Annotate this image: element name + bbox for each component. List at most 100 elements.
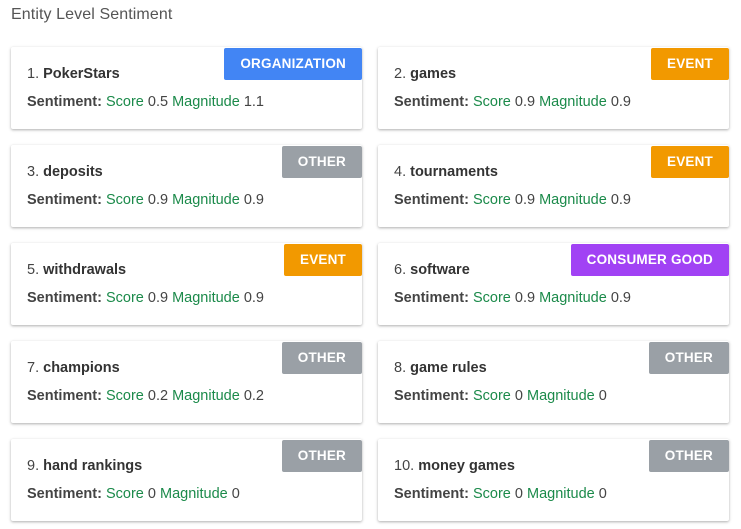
magnitude-label: Magnitude	[526, 486, 595, 502]
sentiment-line: Sentiment: Score 0.2 Magnitude 0.2	[27, 388, 264, 404]
sentiment-label: Sentiment:	[27, 486, 102, 502]
entity-name: withdrawals	[43, 262, 127, 278]
magnitude-label: Magnitude	[172, 94, 240, 110]
score-label: Score	[105, 486, 144, 502]
sentiment-label: Sentiment:	[394, 192, 469, 208]
entity-type-badge: ORGANIZATION	[224, 48, 362, 80]
entity-name: hand rankings	[43, 458, 143, 474]
sentiment-line: Sentiment: Score 0 Magnitude 0	[27, 486, 240, 502]
magnitude-label: Magnitude	[539, 192, 607, 208]
magnitude-label: Magnitude	[172, 290, 240, 306]
score-value: 0	[514, 486, 523, 502]
score-label: Score	[105, 290, 144, 306]
page-title: Entity Level Sentiment	[11, 6, 173, 23]
entity-title: 9. hand rankings	[27, 458, 142, 474]
entity-index: 2.	[394, 66, 407, 82]
entity-card: EVENT 5. withdrawals Sentiment: Score 0.…	[11, 243, 362, 325]
score-label: Score	[472, 486, 511, 502]
entity-index: 1.	[27, 66, 40, 82]
entity-card: OTHER 7. champions Sentiment: Score 0.2 …	[11, 341, 362, 423]
magnitude-label: Magnitude	[539, 94, 607, 110]
entity-index: 9.	[27, 458, 40, 474]
magnitude-label: Magnitude	[172, 388, 240, 404]
entity-type-badge: OTHER	[648, 440, 729, 472]
score-value: 0.9	[514, 290, 536, 306]
entity-index: 8.	[394, 360, 407, 376]
score-label: Score	[472, 94, 511, 110]
entity-card: OTHER 9. hand rankings Sentiment: Score …	[11, 439, 362, 521]
entity-card: EVENT 2. games Sentiment: Score 0.9 Magn…	[378, 47, 729, 129]
score-value: 0.9	[147, 192, 169, 208]
sentiment-label: Sentiment:	[27, 388, 102, 404]
entity-name: champions	[43, 360, 120, 376]
entity-name: games	[410, 66, 457, 82]
entity-card: OTHER 3. deposits Sentiment: Score 0.9 M…	[11, 145, 362, 227]
magnitude-value: 0.9	[610, 94, 631, 110]
entity-title: 3. deposits	[27, 164, 103, 180]
entity-title: 5. withdrawals	[27, 262, 126, 278]
score-value: 0.9	[514, 192, 536, 208]
magnitude-label: Magnitude	[159, 486, 228, 502]
entity-title: 2. games	[394, 66, 456, 82]
score-label: Score	[105, 192, 144, 208]
sentiment-label: Sentiment:	[27, 94, 102, 110]
entity-index: 4.	[394, 164, 407, 180]
entity-name: money games	[418, 458, 515, 474]
magnitude-value: 1.1	[243, 94, 264, 110]
sentiment-line: Sentiment: Score 0.9 Magnitude 0.9	[394, 94, 631, 110]
entity-type-badge: OTHER	[648, 342, 729, 374]
entity-name: software	[410, 262, 470, 278]
entity-card: EVENT 4. tournaments Sentiment: Score 0.…	[378, 145, 729, 227]
magnitude-value: 0.9	[610, 192, 631, 208]
score-label: Score	[472, 290, 511, 306]
magnitude-label: Magnitude	[172, 192, 240, 208]
entity-card: OTHER 10. money games Sentiment: Score 0…	[378, 439, 729, 521]
magnitude-value: 0	[598, 388, 607, 404]
magnitude-value: 0.9	[243, 192, 264, 208]
entity-type-badge: EVENT	[283, 244, 362, 276]
score-label: Score	[105, 388, 144, 404]
sentiment-line: Sentiment: Score 0.9 Magnitude 0.9	[394, 290, 631, 306]
entity-name: deposits	[43, 164, 103, 180]
entity-name: PokerStars	[43, 66, 120, 82]
score-value: 0.9	[514, 94, 536, 110]
entity-type-badge: EVENT	[650, 48, 729, 80]
entity-index: 6.	[394, 262, 407, 278]
score-value: 0	[514, 388, 523, 404]
entity-type-badge: CONSUMER GOOD	[570, 244, 729, 276]
magnitude-value: 0.2	[243, 388, 264, 404]
sentiment-label: Sentiment:	[27, 192, 102, 208]
entity-name: tournaments	[410, 164, 498, 180]
entity-title: 1. PokerStars	[27, 66, 120, 82]
entity-title: 7. champions	[27, 360, 120, 376]
magnitude-value: 0	[598, 486, 607, 502]
entity-card: ORGANIZATION 1. PokerStars Sentiment: Sc…	[11, 47, 362, 129]
score-value: 0.5	[147, 94, 169, 110]
score-value: 0.9	[147, 290, 169, 306]
magnitude-value: 0	[231, 486, 240, 502]
entity-title: 6. software	[394, 262, 470, 278]
magnitude-value: 0.9	[243, 290, 264, 306]
sentiment-label: Sentiment:	[394, 486, 469, 502]
entity-index: 10.	[394, 458, 415, 474]
entity-type-badge: OTHER	[281, 146, 362, 178]
score-label: Score	[472, 388, 511, 404]
sentiment-line: Sentiment: Score 0 Magnitude 0	[394, 388, 607, 404]
entity-title: 10. money games	[394, 458, 515, 474]
entity-type-badge: OTHER	[281, 440, 362, 472]
entity-card: CONSUMER GOOD 6. software Sentiment: Sco…	[378, 243, 729, 325]
sentiment-line: Sentiment: Score 0.9 Magnitude 0.9	[27, 192, 264, 208]
entity-grid: ORGANIZATION 1. PokerStars Sentiment: Sc…	[11, 47, 729, 521]
entity-type-badge: EVENT	[650, 146, 729, 178]
score-value: 0	[147, 486, 156, 502]
sentiment-line: Sentiment: Score 0 Magnitude 0	[394, 486, 607, 502]
score-label: Score	[105, 94, 144, 110]
magnitude-value: 0.9	[610, 290, 631, 306]
sentiment-line: Sentiment: Score 0.9 Magnitude 0.9	[394, 192, 631, 208]
sentiment-label: Sentiment:	[394, 388, 469, 404]
sentiment-line: Sentiment: Score 0.5 Magnitude 1.1	[27, 94, 264, 110]
entity-index: 3.	[27, 164, 40, 180]
entity-title: 4. tournaments	[394, 164, 498, 180]
score-label: Score	[472, 192, 511, 208]
entity-type-badge: OTHER	[281, 342, 362, 374]
